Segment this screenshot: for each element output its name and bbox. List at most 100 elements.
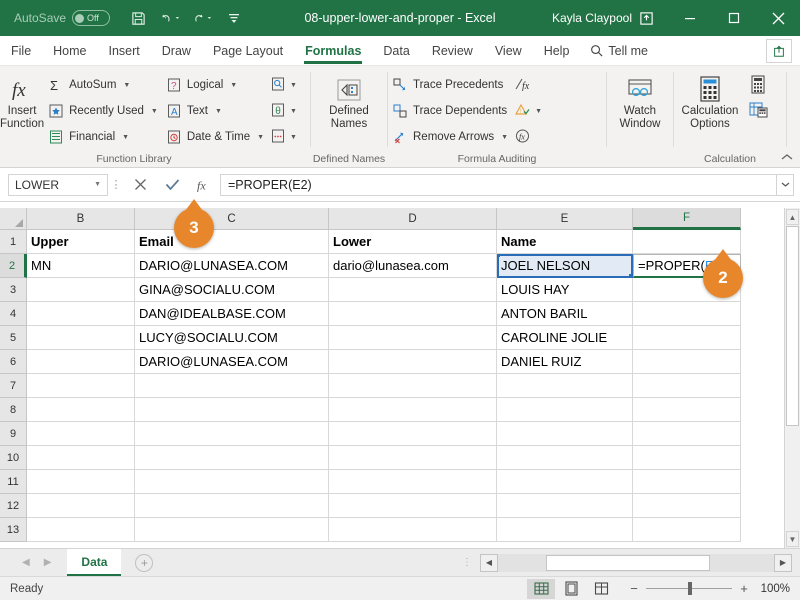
close-icon[interactable]	[756, 0, 800, 36]
cell-F11[interactable]	[633, 470, 741, 494]
calculate-sheet-button[interactable]	[746, 100, 772, 122]
autosum-button[interactable]: Σ AutoSum ▼	[44, 74, 162, 96]
row-header-1[interactable]: 1	[0, 230, 27, 254]
cell-C4[interactable]: DAN@IDEALBASE.COM	[135, 302, 329, 326]
row-header-13[interactable]: 13	[0, 518, 27, 542]
logical-button[interactable]: ? Logical ▼	[162, 74, 268, 96]
minimize-icon[interactable]	[668, 0, 712, 36]
horizontal-scroll-track[interactable]	[498, 553, 774, 572]
scroll-down-icon[interactable]: ▼	[786, 531, 799, 547]
expand-formula-bar-icon[interactable]	[776, 173, 794, 196]
cell-B12[interactable]	[27, 494, 135, 518]
cell-C2[interactable]: DARIO@LUNASEA.COM	[135, 254, 329, 278]
tab-data[interactable]: Data	[372, 36, 420, 66]
undo-icon[interactable]	[160, 8, 180, 28]
cell-F5[interactable]	[633, 326, 741, 350]
error-checking-button[interactable]: ! ▼	[512, 100, 545, 122]
row-header-6[interactable]: 6	[0, 350, 27, 374]
chevron-down-icon[interactable]: ▼	[151, 108, 158, 115]
cell-D5[interactable]	[329, 326, 497, 350]
cell-D7[interactable]	[329, 374, 497, 398]
scroll-left-icon[interactable]: ◀	[480, 553, 498, 572]
insert-function-icon[interactable]: fx	[188, 173, 220, 197]
evaluate-formula-button[interactable]: fx	[512, 126, 545, 148]
cell-F10[interactable]	[633, 446, 741, 470]
remove-arrows-button[interactable]: Remove Arrows ▼	[388, 126, 512, 148]
cell-D11[interactable]	[329, 470, 497, 494]
vertical-scroll-thumb[interactable]	[786, 226, 799, 426]
insert-function-button[interactable]: fx Insert Function	[0, 71, 44, 131]
cell-C10[interactable]	[135, 446, 329, 470]
chevron-down-icon[interactable]: ▼	[230, 82, 237, 89]
cell-E13[interactable]	[497, 518, 633, 542]
lookup-reference-button[interactable]: ▼	[268, 74, 300, 96]
cell-F4[interactable]	[633, 302, 741, 326]
add-sheet-icon[interactable]: +	[135, 553, 154, 572]
zoom-out-button[interactable]: −	[629, 581, 639, 596]
text-button[interactable]: A Text ▼	[162, 100, 268, 122]
cell-B13[interactable]	[27, 518, 135, 542]
row-header-10[interactable]: 10	[0, 446, 27, 470]
scroll-right-icon[interactable]: ▶	[774, 553, 792, 572]
cell-D12[interactable]	[329, 494, 497, 518]
row-header-11[interactable]: 11	[0, 470, 27, 494]
cell-C11[interactable]	[135, 470, 329, 494]
date-time-button[interactable]: Date & Time ▼	[162, 126, 268, 148]
tab-insert[interactable]: Insert	[98, 36, 151, 66]
cell-D10[interactable]	[329, 446, 497, 470]
cell-B5[interactable]	[27, 326, 135, 350]
select-all-corner[interactable]	[0, 208, 27, 230]
cell-C9[interactable]	[135, 422, 329, 446]
chevron-down-icon[interactable]: ▼	[501, 134, 508, 141]
page-break-preview-button[interactable]	[587, 579, 615, 599]
column-header-f[interactable]: F	[633, 208, 741, 230]
previous-sheet-icon[interactable]: ◀	[22, 557, 30, 568]
cell-D3[interactable]	[329, 278, 497, 302]
cell-C5[interactable]: LUCY@SOCIALU.COM	[135, 326, 329, 350]
defined-names-button[interactable]: Defined Names	[314, 71, 384, 131]
column-header-d[interactable]: D	[329, 208, 497, 230]
cell-C12[interactable]	[135, 494, 329, 518]
cell-E11[interactable]	[497, 470, 633, 494]
chevron-down-icon[interactable]: ▼	[290, 82, 297, 89]
cell-B7[interactable]	[27, 374, 135, 398]
cell-B8[interactable]	[27, 398, 135, 422]
cell-B3[interactable]	[27, 278, 135, 302]
cell-E4[interactable]: ANTON BARIL	[497, 302, 633, 326]
row-header-4[interactable]: 4	[0, 302, 27, 326]
calculation-options-button[interactable]: Calculation Options	[674, 71, 746, 131]
math-trig-button[interactable]: θ ▼	[268, 100, 300, 122]
cell-C1[interactable]: Email	[135, 230, 329, 254]
cell-C8[interactable]	[135, 398, 329, 422]
row-header-2[interactable]: 2	[0, 254, 27, 278]
trace-dependents-button[interactable]: Trace Dependents	[388, 100, 512, 122]
collapse-ribbon-icon[interactable]	[780, 152, 794, 165]
cell-F9[interactable]	[633, 422, 741, 446]
normal-view-button[interactable]	[527, 578, 555, 599]
formula-input[interactable]: =PROPER(E2)	[220, 173, 776, 196]
cell-E6[interactable]: DANIEL RUIZ	[497, 350, 633, 374]
tab-page-layout[interactable]: Page Layout	[202, 36, 294, 66]
cell-B11[interactable]	[27, 470, 135, 494]
cell-E2[interactable]: JOEL NELSON	[497, 254, 633, 278]
cell-E9[interactable]	[497, 422, 633, 446]
cell-C7[interactable]	[135, 374, 329, 398]
more-functions-button[interactable]: ▼	[268, 126, 300, 148]
restore-icon[interactable]	[712, 0, 756, 36]
chevron-down-icon[interactable]: ▼	[257, 134, 264, 141]
cell-D2[interactable]: dario@lunasea.com	[329, 254, 497, 278]
share-button[interactable]	[766, 39, 792, 63]
show-formulas-button[interactable]: fx	[512, 74, 545, 96]
cell-D8[interactable]	[329, 398, 497, 422]
redo-icon[interactable]	[192, 8, 212, 28]
cell-D13[interactable]	[329, 518, 497, 542]
cell-B4[interactable]	[27, 302, 135, 326]
cell-F13[interactable]	[633, 518, 741, 542]
cell-F12[interactable]	[633, 494, 741, 518]
row-header-5[interactable]: 5	[0, 326, 27, 350]
cell-B1[interactable]: Upper	[27, 230, 135, 254]
trace-precedents-button[interactable]: Trace Precedents	[388, 74, 512, 96]
cell-B9[interactable]	[27, 422, 135, 446]
chevron-down-icon[interactable]: ▼	[535, 108, 542, 115]
row-header-3[interactable]: 3	[0, 278, 27, 302]
